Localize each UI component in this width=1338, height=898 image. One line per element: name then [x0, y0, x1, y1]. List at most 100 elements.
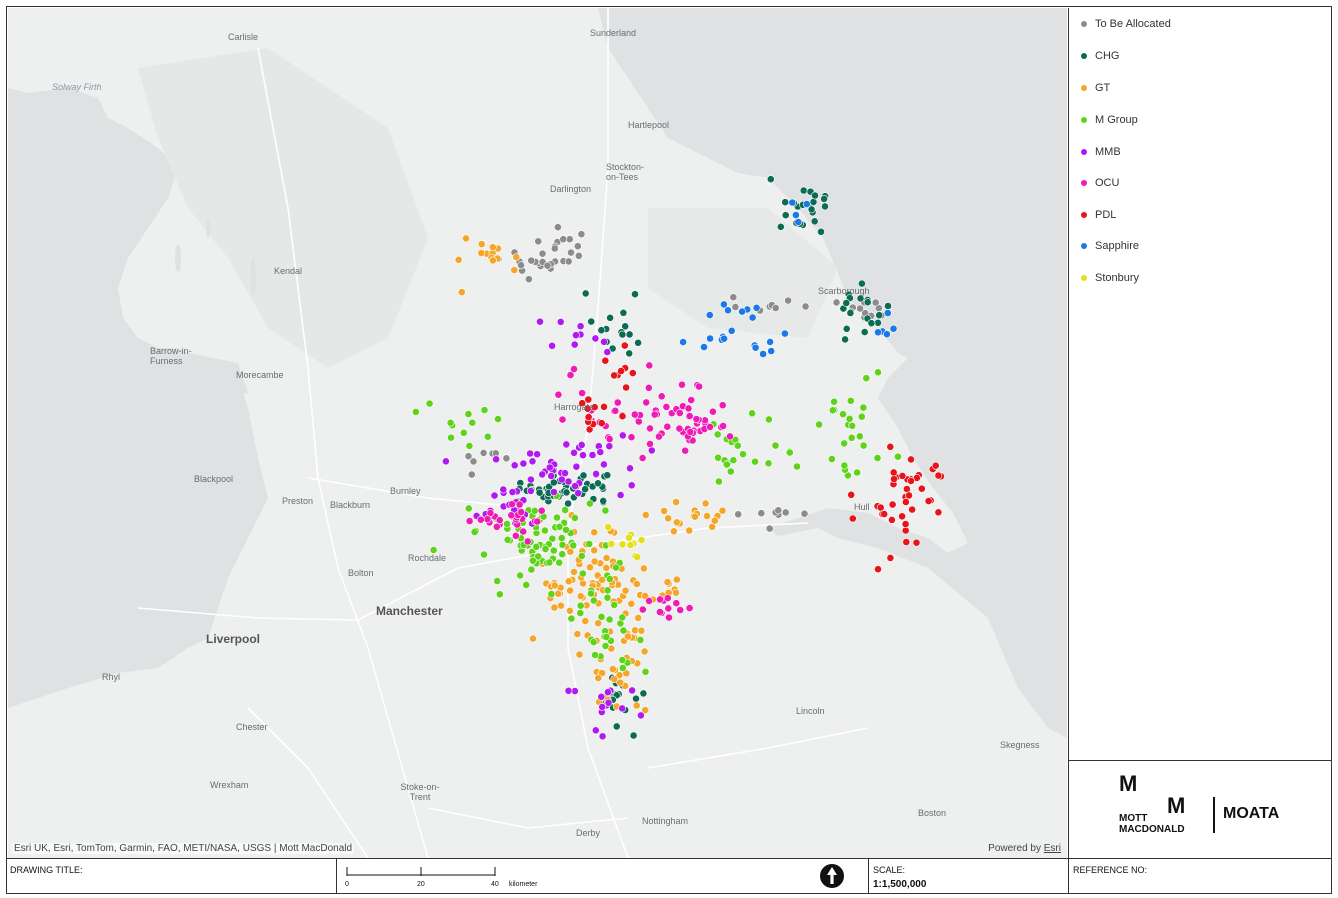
map-point[interactable] [589, 596, 598, 605]
map-point[interactable] [917, 484, 926, 493]
map-point[interactable] [664, 514, 673, 523]
map-point[interactable] [584, 413, 593, 421]
map-point[interactable] [634, 338, 642, 347]
map-point[interactable] [692, 415, 701, 423]
map-point[interactable] [597, 692, 606, 701]
map-point[interactable] [550, 581, 559, 590]
map-point[interactable] [606, 313, 614, 322]
map-point[interactable] [934, 471, 943, 480]
map-point[interactable] [483, 515, 492, 524]
map-point[interactable] [811, 191, 819, 200]
map-point[interactable] [610, 601, 619, 609]
map-point[interactable] [764, 459, 773, 468]
map-point[interactable] [575, 650, 584, 659]
map-point[interactable] [538, 470, 547, 479]
map-point[interactable] [600, 337, 608, 346]
map-point[interactable] [507, 511, 516, 520]
map-point[interactable] [457, 288, 466, 297]
map-point[interactable] [799, 186, 808, 195]
map-point[interactable] [533, 450, 541, 459]
map-point[interactable] [594, 479, 602, 488]
map-point[interactable] [883, 330, 891, 339]
map-point[interactable] [848, 514, 857, 523]
map-point[interactable] [492, 522, 501, 531]
map-point[interactable] [571, 513, 579, 522]
map-point[interactable] [579, 451, 587, 460]
map-point[interactable] [532, 542, 541, 551]
map-point[interactable] [602, 633, 611, 641]
map-point[interactable] [781, 508, 790, 517]
map-point[interactable] [519, 527, 528, 536]
map-point[interactable] [839, 410, 847, 419]
map-point[interactable] [640, 564, 648, 573]
map-point[interactable] [519, 459, 528, 468]
map-point[interactable] [510, 461, 519, 470]
map-point[interactable] [902, 538, 911, 546]
map-point[interactable] [573, 630, 582, 638]
map-point[interactable] [607, 540, 616, 548]
map-point[interactable] [817, 227, 825, 236]
map-point[interactable] [586, 499, 594, 508]
map-point[interactable] [526, 449, 534, 458]
map-point[interactable] [557, 601, 565, 610]
map-point[interactable] [714, 453, 722, 462]
map-point[interactable] [632, 694, 640, 703]
map-view[interactable]: Solway Firth Carlisle Sunderland Hartlep… [8, 8, 1067, 858]
map-point[interactable] [576, 609, 585, 617]
map-point[interactable] [495, 516, 504, 525]
map-point[interactable] [876, 503, 885, 512]
map-point[interactable] [591, 334, 600, 343]
map-point[interactable] [446, 418, 455, 427]
map-point[interactable] [724, 306, 732, 315]
map-point[interactable] [647, 446, 656, 455]
map-point[interactable] [901, 520, 910, 528]
map-point[interactable] [685, 526, 694, 535]
map-point[interactable] [751, 457, 759, 466]
map-point[interactable] [464, 504, 473, 513]
map-point[interactable] [591, 651, 599, 659]
map-point[interactable] [889, 324, 898, 333]
map-point[interactable] [619, 308, 628, 317]
map-point[interactable] [591, 726, 600, 735]
map-point[interactable] [625, 533, 633, 542]
map-point[interactable] [634, 614, 643, 622]
map-point[interactable] [663, 578, 672, 586]
map-point[interactable] [564, 477, 573, 486]
map-point[interactable] [618, 431, 627, 440]
map-point[interactable] [672, 588, 680, 597]
map-point[interactable] [628, 686, 636, 695]
map-point[interactable] [771, 441, 780, 450]
map-point[interactable] [522, 581, 531, 589]
map-point[interactable] [710, 516, 719, 525]
map-point[interactable] [874, 328, 882, 337]
map-point[interactable] [631, 290, 639, 299]
map-point[interactable] [601, 642, 610, 650]
map-point[interactable] [543, 261, 552, 270]
map-point[interactable] [752, 303, 761, 312]
map-point[interactable] [626, 541, 635, 549]
map-point[interactable] [425, 399, 434, 408]
map-point[interactable] [748, 313, 757, 322]
map-point[interactable] [731, 303, 740, 311]
map-point[interactable] [810, 217, 819, 226]
map-point[interactable] [902, 498, 910, 506]
map-point[interactable] [846, 396, 855, 405]
map-point[interactable] [821, 202, 829, 211]
map-point[interactable] [684, 404, 693, 413]
map-point[interactable] [600, 460, 608, 469]
map-point[interactable] [537, 506, 546, 515]
map-point[interactable] [641, 510, 650, 519]
map-point[interactable] [871, 298, 880, 307]
map-point[interactable] [685, 604, 694, 612]
map-point[interactable] [621, 586, 630, 595]
map-point[interactable] [908, 505, 916, 514]
map-point[interactable] [889, 468, 898, 477]
map-point[interactable] [603, 593, 612, 602]
map-point[interactable] [610, 371, 618, 380]
map-point[interactable] [604, 523, 613, 532]
map-point[interactable] [655, 432, 663, 441]
map-point[interactable] [846, 309, 855, 317]
map-point[interactable] [602, 554, 611, 562]
map-point[interactable] [574, 251, 583, 260]
map-point[interactable] [794, 218, 803, 226]
